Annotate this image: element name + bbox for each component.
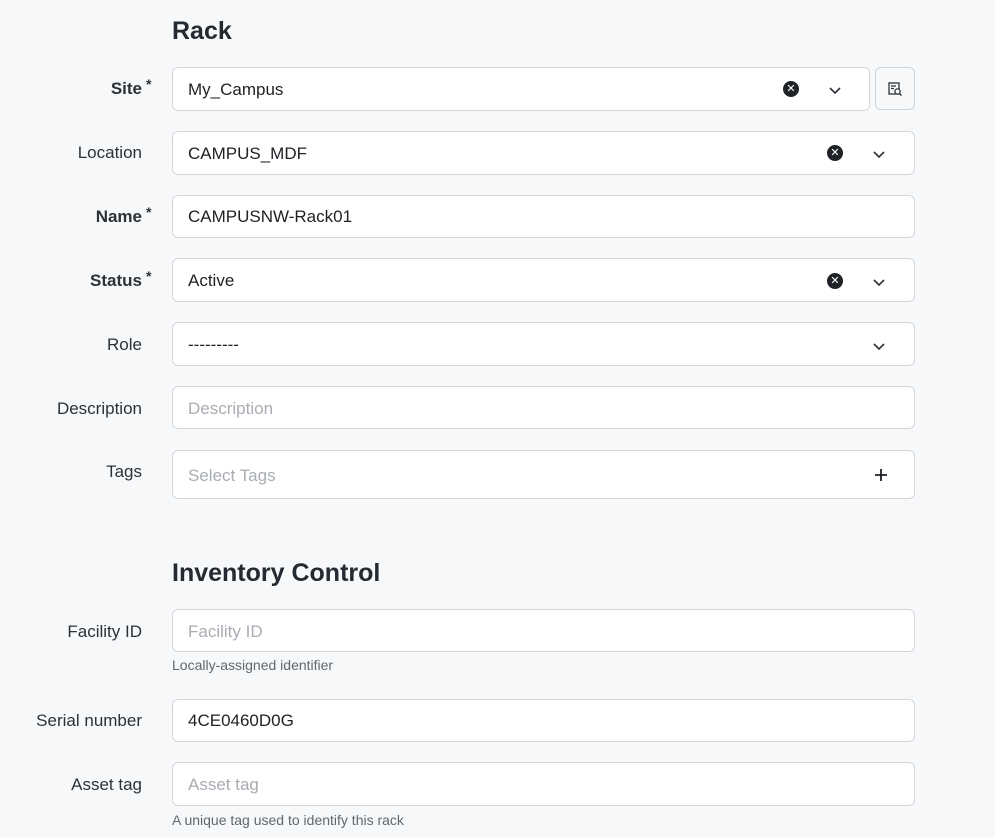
- required-marker: *: [146, 76, 152, 92]
- name-input[interactable]: CAMPUSNW-Rack01: [172, 195, 915, 238]
- description-placeholder: Description: [188, 399, 274, 418]
- role-label: Role: [107, 335, 142, 354]
- serial-number-label: Serial number: [36, 711, 142, 730]
- section-title-rack: Rack: [172, 17, 232, 45]
- selector-search-icon: [888, 81, 902, 96]
- facility-id-input[interactable]: Facility ID: [172, 609, 915, 652]
- status-label: Status: [90, 271, 142, 290]
- facility-id-placeholder: Facility ID: [188, 622, 263, 641]
- clear-icon[interactable]: ✕: [783, 81, 799, 97]
- location-label: Location: [77, 143, 142, 162]
- asset-tag-label: Asset tag: [71, 775, 142, 794]
- required-marker: *: [146, 268, 152, 284]
- site-select-value: My_Campus: [188, 80, 284, 99]
- facility-id-label: Facility ID: [67, 622, 142, 641]
- chevron-down-icon[interactable]: [871, 338, 887, 354]
- tags-placeholder: Select Tags: [188, 466, 276, 485]
- site-select[interactable]: My_Campus ✕: [172, 67, 870, 111]
- asset-tag-input[interactable]: Asset tag: [172, 762, 915, 806]
- serial-number-value: 4CE0460D0G: [188, 711, 294, 730]
- plus-icon[interactable]: [874, 468, 888, 482]
- facility-id-help-text: Locally-assigned identifier: [172, 657, 334, 673]
- serial-number-input[interactable]: 4CE0460D0G: [172, 699, 915, 742]
- chevron-down-icon[interactable]: [871, 146, 887, 162]
- asset-tag-help-text: A unique tag used to identify this rack: [172, 812, 404, 828]
- description-label: Description: [56, 399, 142, 418]
- clear-icon[interactable]: ✕: [827, 145, 843, 161]
- role-select-value: ---------: [188, 335, 239, 354]
- asset-tag-placeholder: Asset tag: [188, 775, 259, 794]
- site-selector-button[interactable]: [875, 67, 915, 110]
- site-label: Site: [110, 79, 142, 98]
- name-input-value: CAMPUSNW-Rack01: [188, 207, 353, 226]
- description-input[interactable]: Description: [172, 386, 915, 429]
- required-marker: *: [146, 204, 152, 220]
- location-select-value: CAMPUS_MDF: [188, 144, 308, 163]
- clear-icon[interactable]: ✕: [827, 273, 843, 289]
- status-select[interactable]: Active ✕: [172, 258, 915, 302]
- status-select-value: Active: [188, 271, 235, 290]
- tags-label: Tags: [106, 462, 142, 481]
- name-label: Name: [95, 207, 142, 226]
- section-title-inventory-control: Inventory Control: [172, 559, 381, 587]
- location-select[interactable]: CAMPUS_MDF ✕: [172, 131, 915, 175]
- chevron-down-icon[interactable]: [827, 82, 843, 98]
- tags-select[interactable]: Select Tags: [172, 450, 915, 499]
- role-select[interactable]: ---------: [172, 322, 915, 366]
- chevron-down-icon[interactable]: [871, 274, 887, 290]
